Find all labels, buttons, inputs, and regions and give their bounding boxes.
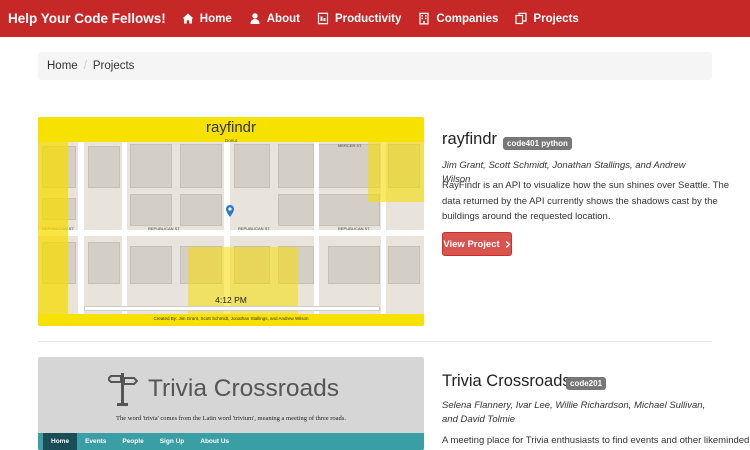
project-description: RayFindr is an API to visualize how the … (442, 180, 730, 222)
breadcrumb-current: Projects (92, 60, 135, 72)
chevron-right-icon (505, 240, 511, 248)
user-icon (250, 13, 260, 24)
trivia-screenshot[interactable]: Trivia Crossroads The word 'trivia' come… (38, 357, 424, 450)
rayfindr-screenshot[interactable]: REPUBLICAN ST REPUBLICAN ST REPUBLICAN S… (38, 117, 424, 326)
project-tag: code201 (566, 377, 607, 390)
project-divider (38, 341, 712, 342)
home-icon (182, 13, 194, 24)
view-project-label: View Project (443, 238, 500, 250)
nav-productivity[interactable]: Productivity (317, 12, 401, 25)
files-icon (515, 12, 528, 25)
rayfindr-time-readout: 4:12 PM (215, 295, 247, 305)
trivia-nav: Home Events People Sign Up About Us (38, 433, 424, 450)
nav-home-label: Home (199, 12, 232, 25)
breadcrumb: Home / Projects (38, 52, 712, 80)
nav-companies-label: Companies (436, 12, 499, 25)
nav-projects[interactable]: Projects (515, 12, 579, 25)
document-icon (317, 12, 329, 25)
nav-projects-label: Projects (533, 12, 579, 25)
nav-about[interactable]: About (249, 12, 300, 25)
breadcrumb-home-link[interactable]: Home (47, 60, 78, 72)
rayfindr-credit: Created By: Jim Grant, Scott Schmidt, Jo… (153, 316, 309, 321)
street-label: REPUBLICAN ST (338, 226, 370, 231)
street-label: REPUBLICAN ST (148, 226, 180, 231)
trivia-nav-item[interactable]: Home (43, 433, 78, 450)
project-description: A meeting place for Trivia enthusiasts t… (442, 435, 750, 446)
view-project-button[interactable]: View Project (442, 232, 512, 256)
trivia-nav-item[interactable]: Events (77, 433, 114, 450)
map-pin-icon (226, 205, 234, 217)
breadcrumb-separator: / (83, 60, 87, 72)
project-tag: code401 python (503, 137, 572, 150)
project-authors: Selena Flannery, Ivar Lee, Willie Richar… (442, 400, 706, 425)
nav-productivity-label: Productivity (334, 12, 402, 25)
nav-companies[interactable]: Companies (418, 12, 498, 25)
project-title: Trivia Crossroads (442, 372, 571, 390)
rayfindr-screenshot-title: rayfindr (205, 119, 257, 136)
nav-about-label: About (266, 12, 300, 25)
street-label: MERCER ST (338, 143, 362, 148)
project-title: rayfindr (442, 130, 498, 148)
trivia-nav-item[interactable]: About Us (192, 433, 237, 450)
street-label: REPUBLICAN ST (238, 226, 270, 231)
building-icon (419, 12, 430, 25)
nav-home[interactable]: Home (182, 12, 232, 25)
trivia-nav-item[interactable]: Sign Up (152, 433, 193, 450)
brand-link[interactable]: Help Your Code Fellows! (8, 11, 166, 26)
rayfindr-screenshot-subtitle: Donut (224, 138, 237, 143)
trivia-nav-item[interactable]: People (114, 433, 151, 450)
trivia-tagline: The word 'trivia' comes from the Latin w… (116, 415, 346, 422)
rayfindr-time-slider[interactable] (84, 306, 380, 311)
trivia-screenshot-title: Trivia Crossroads (148, 375, 340, 402)
signpost-icon (108, 373, 138, 406)
top-navbar: Help Your Code Fellows! Home About Produ… (0, 0, 750, 37)
